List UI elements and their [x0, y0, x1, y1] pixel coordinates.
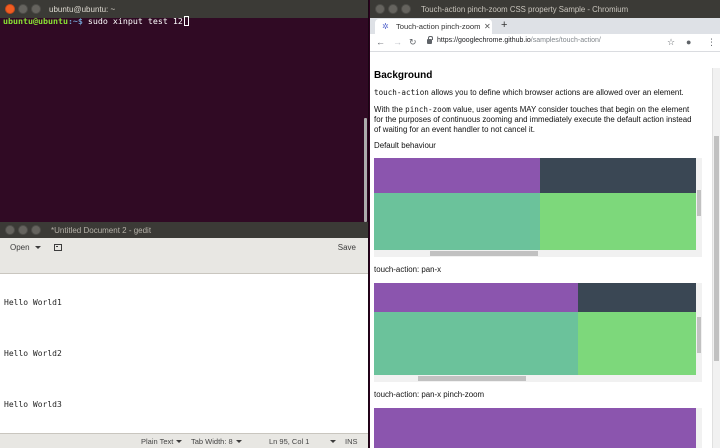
text-line: Hello World1 — [4, 298, 62, 307]
page-heading: Background — [374, 70, 433, 81]
demo-label-pan-x: touch-action: pan-x — [374, 265, 442, 274]
demo-box-default[interactable] — [374, 158, 702, 258]
profile-icon[interactable]: ● — [686, 36, 691, 49]
description-paragraph: With the pinch-zoom value, user agents M… — [374, 105, 700, 135]
tab-width-selector[interactable]: Tab Width: 8 — [191, 437, 242, 446]
maximize-icon[interactable] — [31, 4, 41, 14]
terminal-cursor — [183, 16, 189, 26]
save-button[interactable]: Save — [338, 243, 356, 252]
demo-vertical-scrollbar[interactable] — [696, 408, 702, 448]
inline-code: pinch-zoom — [405, 105, 451, 114]
open-button[interactable]: Open — [10, 243, 41, 252]
maximize-icon[interactable] — [401, 4, 411, 14]
scroll-thumb[interactable] — [697, 190, 701, 216]
chevron-down-icon — [330, 440, 337, 443]
text-line: Hello World2 — [4, 349, 62, 358]
gedit-titlebar[interactable]: *Untitled Document 2 - gedit — [0, 222, 368, 238]
teal-block — [374, 193, 540, 250]
close-tab-icon[interactable]: ✕ — [484, 22, 491, 31]
minimize-icon[interactable] — [18, 225, 28, 235]
demo-label-default: Default behaviour — [374, 141, 436, 150]
chevron-down-icon — [34, 246, 41, 249]
insert-mode-label: INS — [345, 437, 358, 446]
gedit-window[interactable]: *Untitled Document 2 - gedit Open Save H… — [0, 222, 369, 448]
purple-block — [374, 283, 578, 312]
reload-button[interactable]: ↻ — [409, 36, 417, 49]
url-path: /samples/touch-action/ — [530, 37, 601, 44]
minimize-icon[interactable] — [388, 4, 398, 14]
bookmark-star-icon[interactable]: ☆ — [667, 36, 675, 49]
purple-block — [374, 158, 540, 193]
chromium-title: Touch-action pinch-zoom CSS property Sam… — [421, 4, 629, 14]
terminal-scrollbar[interactable] — [364, 118, 367, 222]
forward-button[interactable]: → — [393, 36, 402, 49]
language-selector[interactable]: Plain Text — [141, 437, 183, 446]
maximize-icon[interactable] — [31, 225, 41, 235]
gedit-title: *Untitled Document 2 - gedit — [51, 225, 152, 235]
green-block — [578, 312, 696, 375]
lock-icon — [427, 36, 433, 44]
close-icon[interactable] — [5, 225, 15, 235]
favicon-icon: ✲ — [382, 21, 389, 31]
terminal-window[interactable]: ubuntu@ubuntu: ~ ubuntu@ubuntu:~$ sudo x… — [0, 0, 369, 222]
new-document-icon[interactable] — [54, 244, 62, 251]
insert-mode: INS — [345, 437, 358, 446]
intro-paragraph: touch-action allows you to define which … — [374, 88, 700, 98]
gedit-statusbar: Plain Text Tab Width: 8 Ln 95, Col 1 INS — [0, 433, 368, 448]
page-content[interactable]: Background touch-action allows you to de… — [370, 53, 720, 448]
demo-horizontal-scrollbar[interactable] — [374, 375, 702, 382]
slate-block — [540, 158, 696, 193]
back-button[interactable]: ← — [376, 36, 385, 49]
cursor-position[interactable]: Ln 95, Col 1 — [269, 437, 337, 446]
demo-vertical-scrollbar[interactable] — [696, 283, 702, 375]
inline-code: touch-action — [374, 88, 429, 97]
purple-block — [374, 408, 696, 448]
page-scrollbar[interactable] — [712, 68, 720, 448]
gedit-text-area[interactable]: Hello World1 Hello World2 Hello World3 — [4, 298, 62, 448]
scroll-thumb[interactable] — [697, 317, 701, 353]
scroll-thumb[interactable] — [714, 136, 719, 361]
demo-label-pan-x-pinch-zoom: touch-action: pan-x pinch-zoom — [374, 390, 485, 399]
scroll-thumb[interactable] — [430, 251, 538, 256]
terminal-output[interactable]: ubuntu@ubuntu:~$ sudo xinput test 12 — [3, 16, 360, 26]
open-label: Open — [10, 243, 30, 252]
prompt-path: :~$ — [67, 16, 83, 26]
chevron-down-icon — [235, 440, 242, 443]
language-label: Plain Text — [141, 437, 174, 446]
demo-horizontal-scrollbar[interactable] — [374, 250, 702, 257]
paragraph-text: With the — [374, 105, 406, 114]
teal-block — [374, 312, 578, 375]
browser-tab[interactable]: ✲ Touch-action pinch-zoom ✕ — [375, 19, 492, 34]
paragraph-text: allows you to define which browser actio… — [428, 88, 684, 97]
terminal-command: sudo xinput test 12 — [82, 16, 183, 26]
terminal-title: ubuntu@ubuntu: ~ — [49, 4, 116, 14]
chromium-window[interactable]: Touch-action pinch-zoom CSS property Sam… — [370, 0, 720, 448]
url-host: https://googlechrome.github.io — [437, 37, 531, 44]
green-block — [540, 193, 696, 250]
tab-width-label: Tab Width: 8 — [191, 437, 233, 446]
minimize-icon[interactable] — [18, 4, 28, 14]
prompt-user: ubuntu@ubuntu — [3, 16, 68, 26]
tab-strip: ✲ Touch-action pinch-zoom ✕ + — [370, 18, 720, 34]
new-tab-button[interactable]: + — [501, 18, 507, 33]
cursor-position-label: Ln 95, Col 1 — [269, 437, 310, 446]
demo-vertical-scrollbar[interactable] — [696, 158, 702, 250]
slate-block — [578, 283, 696, 312]
demo-box-pan-x-pinch-zoom[interactable] — [374, 408, 702, 448]
address-bar[interactable]: https://googlechrome.github.io/samples/t… — [427, 36, 601, 44]
browser-toolbar: ← → ↻ https://googlechrome.github.io/sam… — [370, 34, 720, 52]
menu-icon[interactable]: ⋮ — [707, 36, 716, 49]
chevron-down-icon — [176, 440, 183, 443]
scroll-thumb[interactable] — [418, 376, 526, 381]
chromium-titlebar[interactable]: Touch-action pinch-zoom CSS property Sam… — [370, 0, 720, 18]
close-icon[interactable] — [5, 4, 15, 14]
demo-box-pan-x[interactable] — [374, 283, 702, 383]
close-icon[interactable] — [375, 4, 385, 14]
tab-title: Touch-action pinch-zoom — [396, 22, 481, 31]
